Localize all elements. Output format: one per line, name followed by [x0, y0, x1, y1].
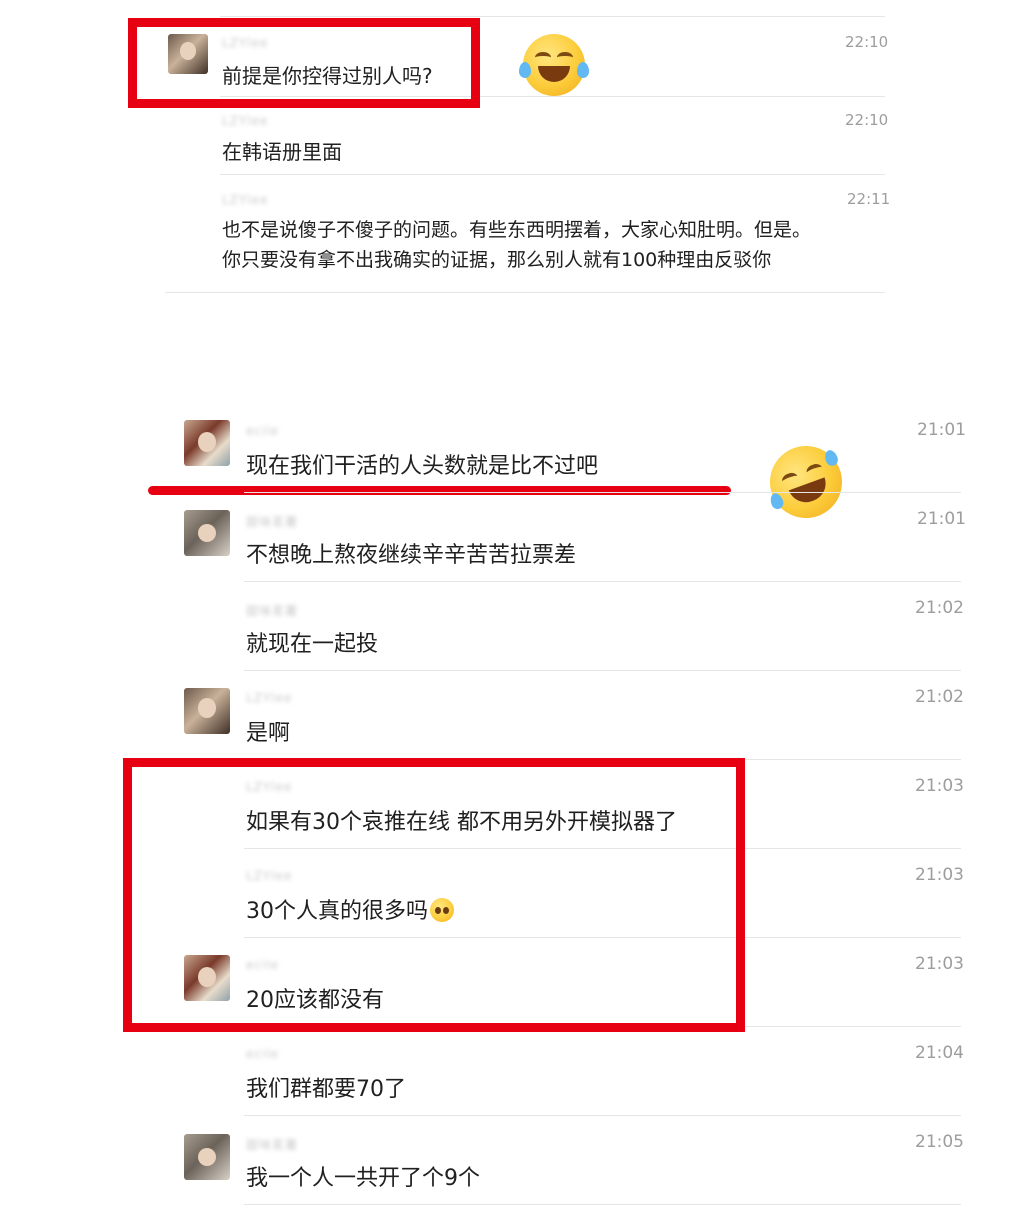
avatar[interactable] [184, 1134, 230, 1180]
message-time: 21:03 [915, 865, 964, 885]
divider [244, 670, 961, 671]
message-time: 21:01 [917, 420, 966, 440]
sender-name: 甜味茗薯 [246, 604, 299, 618]
message-time: 21:03 [915, 954, 964, 974]
message-time: 21:01 [917, 509, 966, 529]
sender-name: LZYlee [222, 114, 269, 128]
sender-name: 甜味茗薯 [246, 1138, 299, 1152]
sender-name: 甜味茗薯 [246, 515, 299, 529]
message-text: 在韩语册里面 [222, 140, 342, 164]
message-text: 我们群都要70了 [246, 1077, 406, 1102]
chat-screenshot: ▁▁▁▁▁▁▁▁▁▁▁▁▁▁▁▁▁▁▁▁▁▁▁▁▁▁▁▁▁▁▁▁▁▁▁▁ LZY… [0, 0, 1020, 1224]
divider [244, 1204, 961, 1205]
rolling-laughing-emoji [759, 435, 853, 529]
divider [244, 1115, 961, 1116]
message-text-line: 你只要没有拿不出我确实的证据，那么别人就有100种理由反驳你 [222, 249, 772, 271]
message-text: 现在我们干活的人头数就是比不过吧 [246, 454, 599, 479]
message-text: 不想晚上熬夜继续辛辛苦苦拉票差 [246, 543, 577, 568]
avatar[interactable] [184, 510, 230, 556]
message-text: 我一个人一共开了个9个 [246, 1166, 480, 1191]
message-time: 21:02 [915, 598, 964, 618]
message-time: 21:02 [915, 687, 964, 707]
cut-off-previous-message: ▁▁▁▁▁▁▁▁▁▁▁▁▁▁▁▁▁▁▁▁▁▁▁▁▁▁▁▁▁▁▁▁▁▁▁▁ [220, 0, 880, 8]
divider [244, 581, 961, 582]
message-text-line: 也不是说傻子不傻子的问题。有些东西明摆着，大家心知肚明。但是。 [222, 219, 812, 241]
sender-name: ecile [246, 424, 280, 438]
divider [165, 292, 885, 293]
highlight-underline [148, 486, 731, 495]
divider [220, 174, 885, 175]
highlight-box [123, 758, 745, 1032]
avatar[interactable] [184, 420, 230, 466]
highlight-box [128, 18, 480, 108]
sender-name: LZYlee [222, 193, 269, 207]
message-text: 是啊 [246, 721, 291, 746]
message-time: 21:05 [915, 1132, 964, 1152]
sender-name: LZYlee [246, 691, 293, 705]
avatar[interactable] [184, 688, 230, 734]
divider [220, 16, 885, 17]
message-time: 22:10 [845, 33, 889, 51]
tears-of-joy-emoji [519, 34, 589, 96]
message-text: 就现在一起投 [246, 632, 379, 657]
message-time: 22:11 [847, 190, 891, 208]
message-time: 21:03 [915, 776, 964, 796]
message-time: 21:04 [915, 1043, 964, 1063]
divider [244, 492, 961, 493]
sender-name: ecile [246, 1047, 280, 1061]
message-time: 22:10 [845, 111, 889, 129]
